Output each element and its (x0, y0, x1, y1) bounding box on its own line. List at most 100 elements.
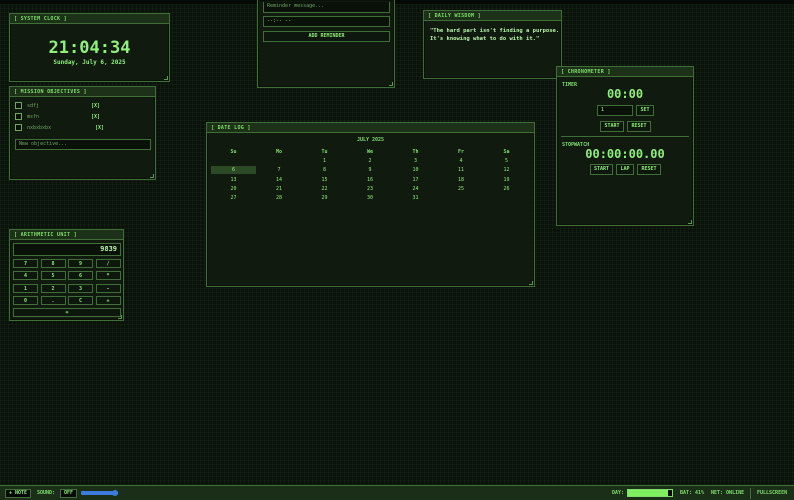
calendar-day[interactable]: 25 (439, 185, 484, 193)
calculator-key[interactable]: 5 (40, 271, 66, 281)
calculator-key[interactable]: 7 (13, 259, 38, 268)
objective-checkbox[interactable] (15, 124, 22, 131)
mission-objectives-title[interactable]: [ MISSION OBJECTIVES ] (10, 87, 155, 97)
reminder-window: Reminder message... --:-- -- ADD REMINDE… (257, 0, 395, 88)
stopwatch-display: 00:00:00.00 (585, 147, 665, 161)
calendar-day[interactable]: 27 (211, 194, 256, 202)
calendar-day[interactable]: 30 (348, 194, 393, 202)
calendar-day[interactable]: 1 (302, 157, 347, 165)
calendar-day[interactable]: 4 (439, 157, 484, 165)
calculator-key[interactable]: 8 (40, 259, 66, 268)
stopwatch-reset-button[interactable]: RESET (637, 164, 661, 175)
calendar-day[interactable]: 18 (439, 176, 484, 184)
calculator-key[interactable]: 6 (68, 271, 93, 281)
calendar-day[interactable]: 2 (348, 157, 393, 165)
sound-label: SOUND: (37, 490, 56, 496)
resize-handle[interactable] (150, 174, 154, 178)
calendar-day[interactable]: 9 (348, 166, 393, 174)
calculator-key[interactable]: C (68, 295, 93, 305)
calendar-day[interactable]: 3 (393, 157, 438, 165)
timer-minutes-input[interactable]: 1 (597, 105, 633, 116)
calendar-day[interactable]: 31 (393, 194, 438, 202)
calendar-day[interactable]: 20 (211, 185, 256, 193)
calendar-day[interactable]: 11 (439, 166, 484, 174)
calendar-day[interactable]: 10 (393, 166, 438, 174)
calculator-key[interactable]: 0 (13, 295, 38, 305)
fullscreen-button[interactable]: FULLSCREEN (757, 490, 787, 496)
calendar-day[interactable]: 8 (302, 166, 347, 174)
calendar-day[interactable]: 21 (257, 185, 302, 193)
calendar-day[interactable]: 17 (393, 176, 438, 184)
clock-date: Sunday, July 6, 2025 (53, 59, 126, 66)
calculator-key[interactable]: / (95, 259, 121, 268)
resize-handle[interactable] (389, 82, 393, 86)
chronometer-title[interactable]: [ CHRONOMETER ] (557, 67, 693, 77)
equals-button[interactable]: = (13, 308, 121, 317)
objective-text: nxbxbxbx (27, 125, 52, 131)
new-objective-input[interactable]: New objective... (15, 139, 151, 150)
calendar-day[interactable]: 16 (348, 176, 393, 184)
calculator-key[interactable]: 4 (13, 271, 38, 281)
arithmetic-unit-title[interactable]: [ ARITHMETIC UNIT ] (10, 230, 123, 240)
daily-wisdom-title[interactable]: [ DAILY WISDOM ] (424, 11, 561, 21)
taskbar-divider (750, 488, 751, 499)
calculator-keypad: 7 8 9/ 4 5 6 * 1 2 3- 0. C + (13, 259, 123, 309)
reminder-time-input[interactable]: --:-- -- (263, 16, 390, 27)
mission-objectives-window: [ MISSION OBJECTIVES ] sdfj [X] msfn [X]… (9, 86, 156, 180)
objective-checkbox[interactable] (15, 102, 22, 109)
calendar-day[interactable]: 26 (484, 185, 529, 193)
calendar-weekday: Tu (321, 149, 328, 155)
calendar-day[interactable]: 5 (484, 157, 529, 165)
calculator-key[interactable]: + (95, 295, 121, 305)
resize-handle[interactable] (118, 315, 122, 319)
calculator-key[interactable]: 1 (13, 283, 38, 293)
calendar-day[interactable]: 22 (302, 185, 347, 193)
calendar-day-today[interactable]: 6 (211, 166, 256, 175)
network-status: NET: ONLINE (711, 490, 745, 496)
sound-toggle[interactable]: OFF (60, 489, 77, 498)
calculator-key[interactable]: 9 (68, 259, 93, 268)
date-log-title[interactable]: [ DATE LOG ] (207, 123, 534, 133)
system-clock-title[interactable]: [ SYSTEM CLOCK ] (10, 14, 169, 24)
calendar-day[interactable]: 29 (302, 194, 347, 202)
calendar-day[interactable]: 23 (348, 185, 393, 193)
calculator-key[interactable]: . (40, 295, 66, 305)
calendar-day[interactable]: 7 (257, 166, 302, 174)
quote-line-1: "The hard part isn't finding a purpose. (430, 28, 560, 34)
volume-slider-thumb[interactable] (112, 490, 119, 496)
day-progress-bar (627, 489, 673, 497)
objective-checkbox[interactable] (15, 113, 22, 120)
resize-handle[interactable] (529, 281, 533, 285)
day-progress-fill (628, 490, 669, 496)
stopwatch-lap-button[interactable]: LAP (616, 164, 634, 175)
calendar-day[interactable]: 19 (484, 176, 529, 184)
add-reminder-button[interactable]: ADD REMINDER (263, 31, 390, 42)
calendar-weekday: Sa (503, 149, 510, 155)
timer-display: 00:00 (606, 87, 644, 101)
calculator-key[interactable]: 2 (40, 283, 66, 293)
add-note-button[interactable]: + NOTE (5, 489, 31, 498)
timer-start-button[interactable]: START (600, 121, 624, 132)
volume-slider-fill (81, 491, 117, 495)
calendar-day[interactable]: 12 (484, 166, 529, 174)
calculator-key[interactable]: * (95, 271, 121, 281)
objective-text: sdfj (27, 103, 40, 109)
calendar-day[interactable]: 13 (211, 176, 256, 184)
timer-reset-button[interactable]: RESET (627, 121, 651, 132)
resize-handle[interactable] (688, 220, 692, 224)
remove-objective-button[interactable]: [X] (91, 114, 100, 120)
calculator-display: 9839 (13, 243, 121, 256)
resize-handle[interactable] (164, 76, 168, 80)
calculator-key[interactable]: 3 (68, 283, 93, 293)
stopwatch-start-button[interactable]: START (590, 164, 613, 175)
calculator-key[interactable]: - (95, 283, 121, 293)
timer-set-button[interactable]: SET (636, 105, 654, 116)
remove-objective-button[interactable]: [X] (91, 103, 100, 109)
volume-slider[interactable] (81, 490, 119, 496)
calendar-day[interactable]: 28 (257, 194, 302, 202)
calendar-day[interactable]: 15 (302, 176, 347, 184)
reminder-message-input[interactable]: Reminder message... (263, 2, 390, 13)
remove-objective-button[interactable]: [X] (95, 125, 104, 131)
calendar-day[interactable]: 14 (257, 176, 302, 184)
calendar-day[interactable]: 24 (393, 185, 438, 193)
